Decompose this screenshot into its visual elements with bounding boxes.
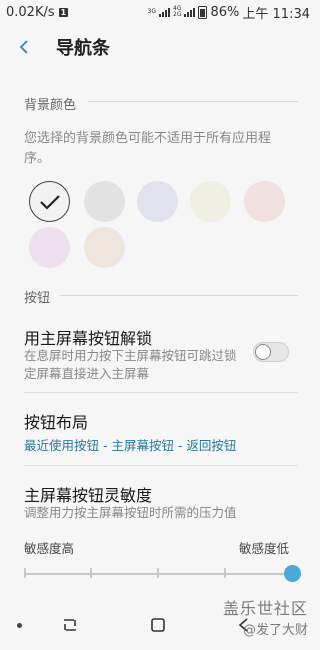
setting-subtitle: 调整用力按主屏幕按钮时所需的压力值 — [24, 505, 237, 520]
slider-tick — [157, 568, 159, 578]
home-button-icon[interactable] — [150, 617, 166, 633]
navigation-bar: 盖乐世社区 @发了大财 — [0, 599, 316, 650]
slider-tick — [90, 568, 92, 578]
network-speed: 0.02K/s — [6, 4, 55, 20]
color-swatch-1[interactable] — [29, 181, 70, 222]
slider-tick — [24, 568, 26, 578]
sim-badge: 1 — [58, 7, 69, 17]
section-background-color: 背景颜色 — [24, 98, 77, 113]
status-bar: 0.02K/s 1 3G 4G 2G 86% 上午 11:34 — [0, 0, 316, 24]
section-divider — [60, 295, 298, 296]
sensitivity-high-label: 敏感度高 — [24, 541, 75, 556]
color-swatch-3[interactable] — [137, 181, 178, 222]
network-type-1: 3G — [147, 8, 157, 15]
watermark: 盖乐世社区 @发了大财 — [223, 595, 308, 638]
recent-apps-icon[interactable] — [62, 617, 78, 633]
watermark-user: @发了大财 — [242, 623, 308, 638]
button-layout-value: 最近使用按钮 - 主屏幕按钮 - 返回按钮 — [24, 438, 237, 453]
color-swatch-7[interactable] — [84, 227, 125, 268]
signal-icon — [159, 7, 171, 17]
app-header: 导航条 — [0, 24, 316, 70]
setting-title: 主屏幕按钮灵敏度 — [24, 486, 153, 505]
nav-dot-icon[interactable] — [17, 623, 22, 628]
toggle-knob — [255, 344, 271, 360]
sensitivity-low-label: 敏感度低 — [239, 541, 290, 556]
battery-icon — [198, 5, 208, 19]
color-swatch-2[interactable] — [84, 181, 125, 222]
slider-tick — [224, 568, 226, 578]
setting-title: 用主屏幕按钮解锁 — [24, 329, 153, 348]
clock: 上午 11:34 — [242, 6, 310, 22]
section-buttons: 按钮 — [24, 291, 51, 306]
watermark-title: 盖乐世社区 — [222, 599, 308, 618]
section-divider — [88, 101, 298, 102]
unlock-toggle[interactable] — [253, 342, 289, 362]
signal-icon-2 — [184, 7, 196, 17]
page-title: 导航条 — [56, 38, 110, 59]
network-type-2: 4G 2G — [173, 5, 182, 18]
color-swatch-5[interactable] — [244, 181, 285, 222]
row-divider — [24, 465, 298, 466]
color-swatch-6[interactable] — [29, 227, 70, 268]
color-swatch-4[interactable] — [190, 181, 231, 222]
setting-title: 按钮布局 — [24, 413, 89, 432]
chevron-left-icon — [19, 40, 28, 54]
checkmark-icon — [39, 194, 60, 210]
background-color-hint: 您选择的背景颜色可能不适用于所有应用程序。 — [24, 131, 272, 166]
back-button[interactable] — [14, 37, 34, 57]
row-divider — [24, 392, 298, 393]
battery-percent: 86% — [210, 4, 240, 20]
setting-subtitle: 在息屏时用力按下主屏幕按钮可跳过锁定屏幕直接进入主屏幕 — [24, 348, 237, 381]
sensitivity-slider-thumb[interactable] — [283, 565, 301, 582]
